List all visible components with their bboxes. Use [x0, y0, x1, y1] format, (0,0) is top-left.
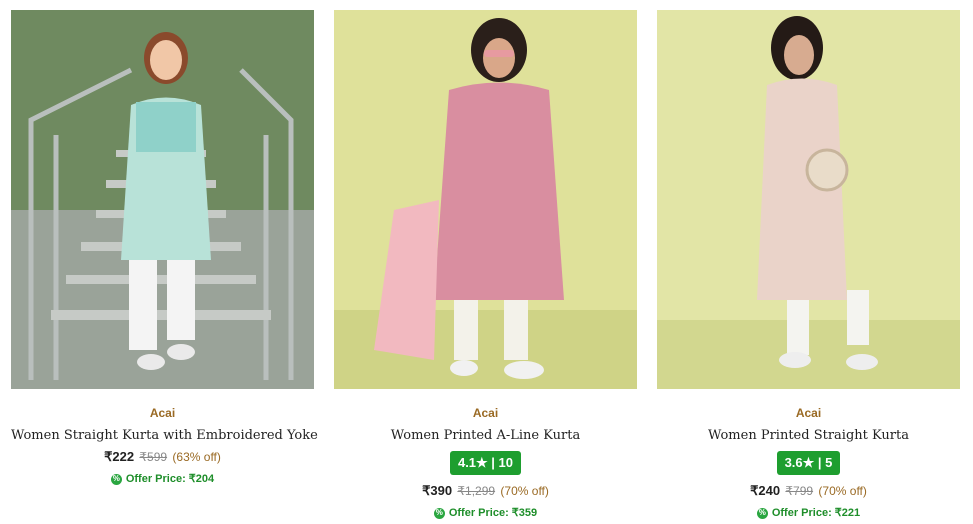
rating-badge: 3.6★ | 5 — [776, 451, 841, 475]
sale-price: ₹240 — [750, 483, 781, 498]
brand-name[interactable]: Acai — [334, 405, 637, 421]
sale-price: ₹222 — [104, 449, 135, 464]
offer-tag-icon — [110, 471, 122, 487]
product-title[interactable]: Women Printed A-Line Kurta — [334, 427, 637, 445]
sale-price: ₹390 — [422, 483, 453, 498]
offer-price: Offer Price: ₹221 — [657, 505, 960, 521]
product-image[interactable] — [334, 10, 637, 389]
price-line: ₹390 ₹1,299 (70% off) — [334, 483, 637, 499]
product-card[interactable]: Acai Women Straight Kurta with Embroider… — [11, 10, 318, 487]
discount-percent: (70% off) — [500, 484, 549, 498]
original-price: ₹799 — [785, 484, 814, 498]
discount-percent: (70% off) — [818, 484, 867, 498]
product-photo — [657, 10, 960, 389]
original-price: ₹1,299 — [457, 484, 496, 498]
offer-price: Offer Price: ₹359 — [334, 505, 637, 521]
brand-name[interactable]: Acai — [11, 405, 314, 421]
product-grid: Acai Women Straight Kurta with Embroider… — [0, 0, 973, 524]
product-photo — [11, 10, 314, 389]
product-card[interactable]: Acai Women Printed A-Line Kurta 4.1★ | 1… — [334, 10, 637, 521]
offer-price-text: Offer Price: ₹359 — [448, 507, 538, 519]
product-image[interactable] — [657, 10, 960, 389]
offer-price: Offer Price: ₹204 — [11, 471, 314, 487]
discount-percent: (63% off) — [172, 450, 221, 464]
offer-tag-icon — [433, 505, 445, 521]
product-image[interactable] — [11, 10, 314, 389]
product-photo — [334, 10, 637, 389]
product-title[interactable]: Women Straight Kurta with Embroidered Yo… — [11, 427, 318, 445]
original-price: ₹599 — [139, 450, 168, 464]
price-line: ₹240 ₹799 (70% off) — [657, 483, 960, 499]
offer-tag-icon — [756, 505, 768, 521]
product-card[interactable]: Acai Women Printed Straight Kurta 3.6★ |… — [657, 10, 960, 521]
product-title[interactable]: Women Printed Straight Kurta — [657, 427, 960, 445]
offer-price-text: Offer Price: ₹204 — [125, 473, 215, 485]
rating-badge: 4.1★ | 10 — [449, 451, 522, 475]
brand-name[interactable]: Acai — [657, 405, 960, 421]
offer-price-text: Offer Price: ₹221 — [771, 507, 861, 519]
price-line: ₹222 ₹599 (63% off) — [11, 449, 314, 465]
